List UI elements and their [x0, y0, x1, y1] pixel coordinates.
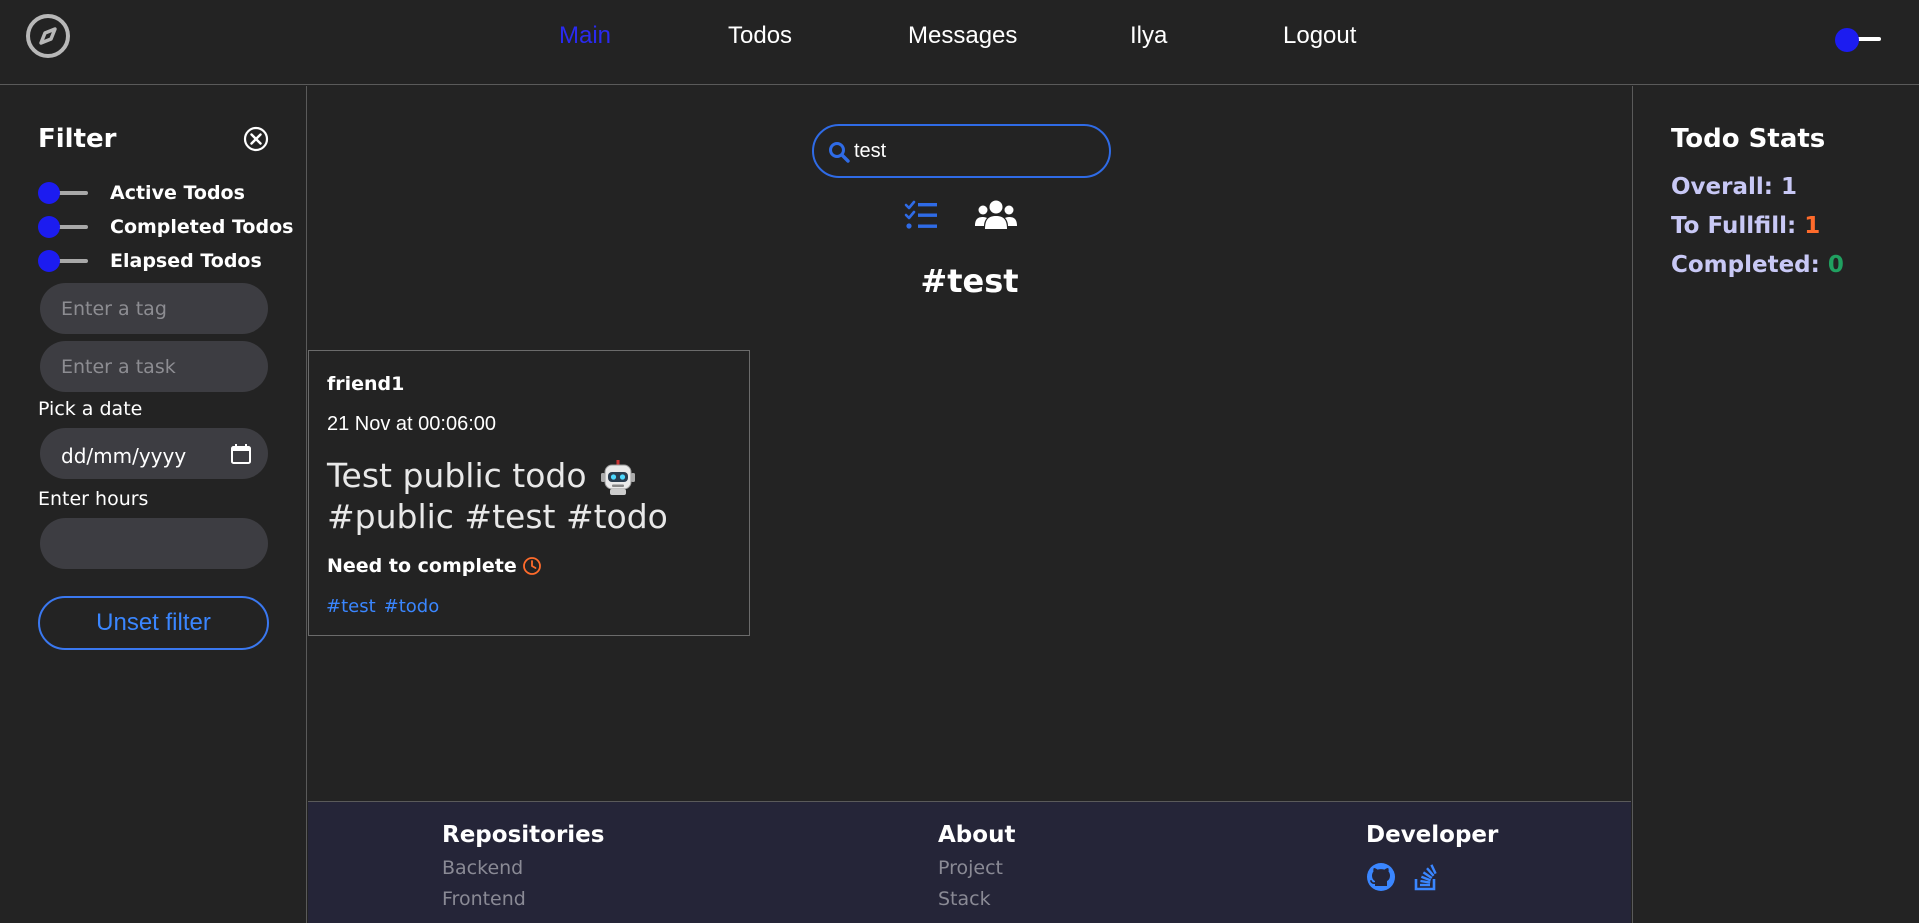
active-todos-switch[interactable] — [38, 182, 92, 204]
stackoverflow-icon[interactable] — [1412, 862, 1440, 892]
todo-card[interactable]: friend1 21 Nov at 00:06:00 Test public t… — [308, 350, 750, 636]
robot-emoji-icon — [601, 459, 636, 495]
stat-tofulfill-value: 1 — [1804, 213, 1821, 239]
active-todos-label: Active Todos — [110, 182, 245, 204]
stat-completed: Completed: 0 — [1671, 252, 1844, 278]
footer-link-project[interactable]: Project — [938, 857, 1015, 879]
close-circle-icon[interactable] — [243, 126, 269, 152]
todo-text: Test public todo #public #test #todo — [327, 455, 737, 537]
footer-link-stack[interactable]: Stack — [938, 888, 1015, 910]
active-todos-row: Active Todos — [38, 180, 245, 206]
nav-messages[interactable]: Messages — [908, 22, 1017, 50]
completed-todos-label: Completed Todos — [110, 216, 294, 238]
users-group-icon[interactable] — [975, 199, 1017, 231]
main-content: #test friend1 21 Nov at 00:06:00 Test pu… — [308, 86, 1631, 801]
hours-label: Enter hours — [38, 488, 149, 510]
tasks-list-icon[interactable] — [904, 200, 938, 230]
todo-stats-panel: Todo Stats Overall: 1 To Fullfill: 1 Com… — [1632, 86, 1919, 923]
filter-sidebar: Filter Active Todos Completed Todos Elap… — [0, 86, 307, 923]
footer-repositories-title: Repositories — [442, 822, 605, 848]
task-input[interactable] — [40, 341, 268, 392]
footer-developer-title: Developer — [1366, 822, 1499, 848]
clock-icon — [522, 557, 541, 575]
todo-tags: #test #todo — [326, 596, 447, 617]
todo-text-line2: #public #test #todo — [327, 497, 668, 536]
date-input-text: dd/mm/yyyy — [61, 444, 187, 468]
search-input[interactable] — [854, 136, 1094, 166]
nav-profile[interactable]: Ilya — [1130, 22, 1167, 50]
todo-tag[interactable]: #test — [326, 596, 376, 617]
elapsed-todos-label: Elapsed Todos — [110, 250, 262, 272]
filter-title: Filter — [38, 124, 117, 154]
date-label: Pick a date — [38, 398, 143, 420]
footer-link-backend[interactable]: Backend — [442, 857, 604, 879]
hashtag-title: #test — [920, 262, 1019, 300]
tag-input[interactable] — [40, 283, 268, 334]
todo-status-label: Need to complete — [327, 555, 517, 577]
todo-date: 21 Nov at 00:06:00 — [327, 413, 497, 435]
footer-developer-icons — [1366, 862, 1498, 892]
elapsed-todos-switch[interactable] — [38, 250, 92, 272]
theme-toggle[interactable] — [1823, 26, 1883, 52]
stat-overall-value: 1 — [1781, 174, 1798, 200]
footer-about: About Project Stack — [938, 822, 1015, 910]
footer-link-frontend[interactable]: Frontend — [442, 888, 604, 910]
todo-status: Need to complete — [327, 555, 542, 577]
stat-overall-label: Overall: — [1671, 174, 1773, 200]
stat-overall: Overall: 1 — [1671, 174, 1797, 200]
todo-tag[interactable]: #todo — [384, 596, 440, 617]
calendar-icon[interactable] — [230, 443, 252, 465]
hours-input[interactable] — [40, 518, 268, 569]
footer-about-title: About — [938, 822, 1016, 848]
github-icon[interactable] — [1366, 862, 1396, 892]
footer-developer: Developer — [1366, 822, 1498, 892]
unset-filter-button[interactable]: Unset filter — [38, 596, 269, 650]
completed-todos-switch[interactable] — [38, 216, 92, 238]
footer-repositories: Repositories Backend Frontend — [442, 822, 604, 910]
compass-icon[interactable] — [24, 12, 72, 60]
nav-logout[interactable]: Logout — [1283, 22, 1356, 50]
stat-tofulfill: To Fullfill: 1 — [1671, 213, 1820, 239]
todo-text-line1: Test public todo — [327, 456, 587, 495]
stats-title: Todo Stats — [1671, 124, 1826, 154]
footer: Repositories Backend Frontend About Proj… — [308, 801, 1631, 923]
nav-main[interactable]: Main — [559, 22, 611, 50]
todo-author[interactable]: friend1 — [327, 373, 404, 395]
top-navbar: Main Todos Messages Ilya Logout — [0, 0, 1919, 85]
search-box[interactable] — [812, 124, 1111, 178]
stat-completed-label: Completed: — [1671, 252, 1820, 278]
nav-todos[interactable]: Todos — [728, 22, 792, 50]
completed-todos-row: Completed Todos — [38, 214, 293, 240]
stat-tofulfill-label: To Fullfill: — [1671, 213, 1797, 239]
theme-toggle-knob — [1835, 28, 1859, 52]
search-icon — [829, 142, 850, 163]
stat-completed-value: 0 — [1827, 252, 1844, 278]
elapsed-todos-row: Elapsed Todos — [38, 248, 262, 274]
